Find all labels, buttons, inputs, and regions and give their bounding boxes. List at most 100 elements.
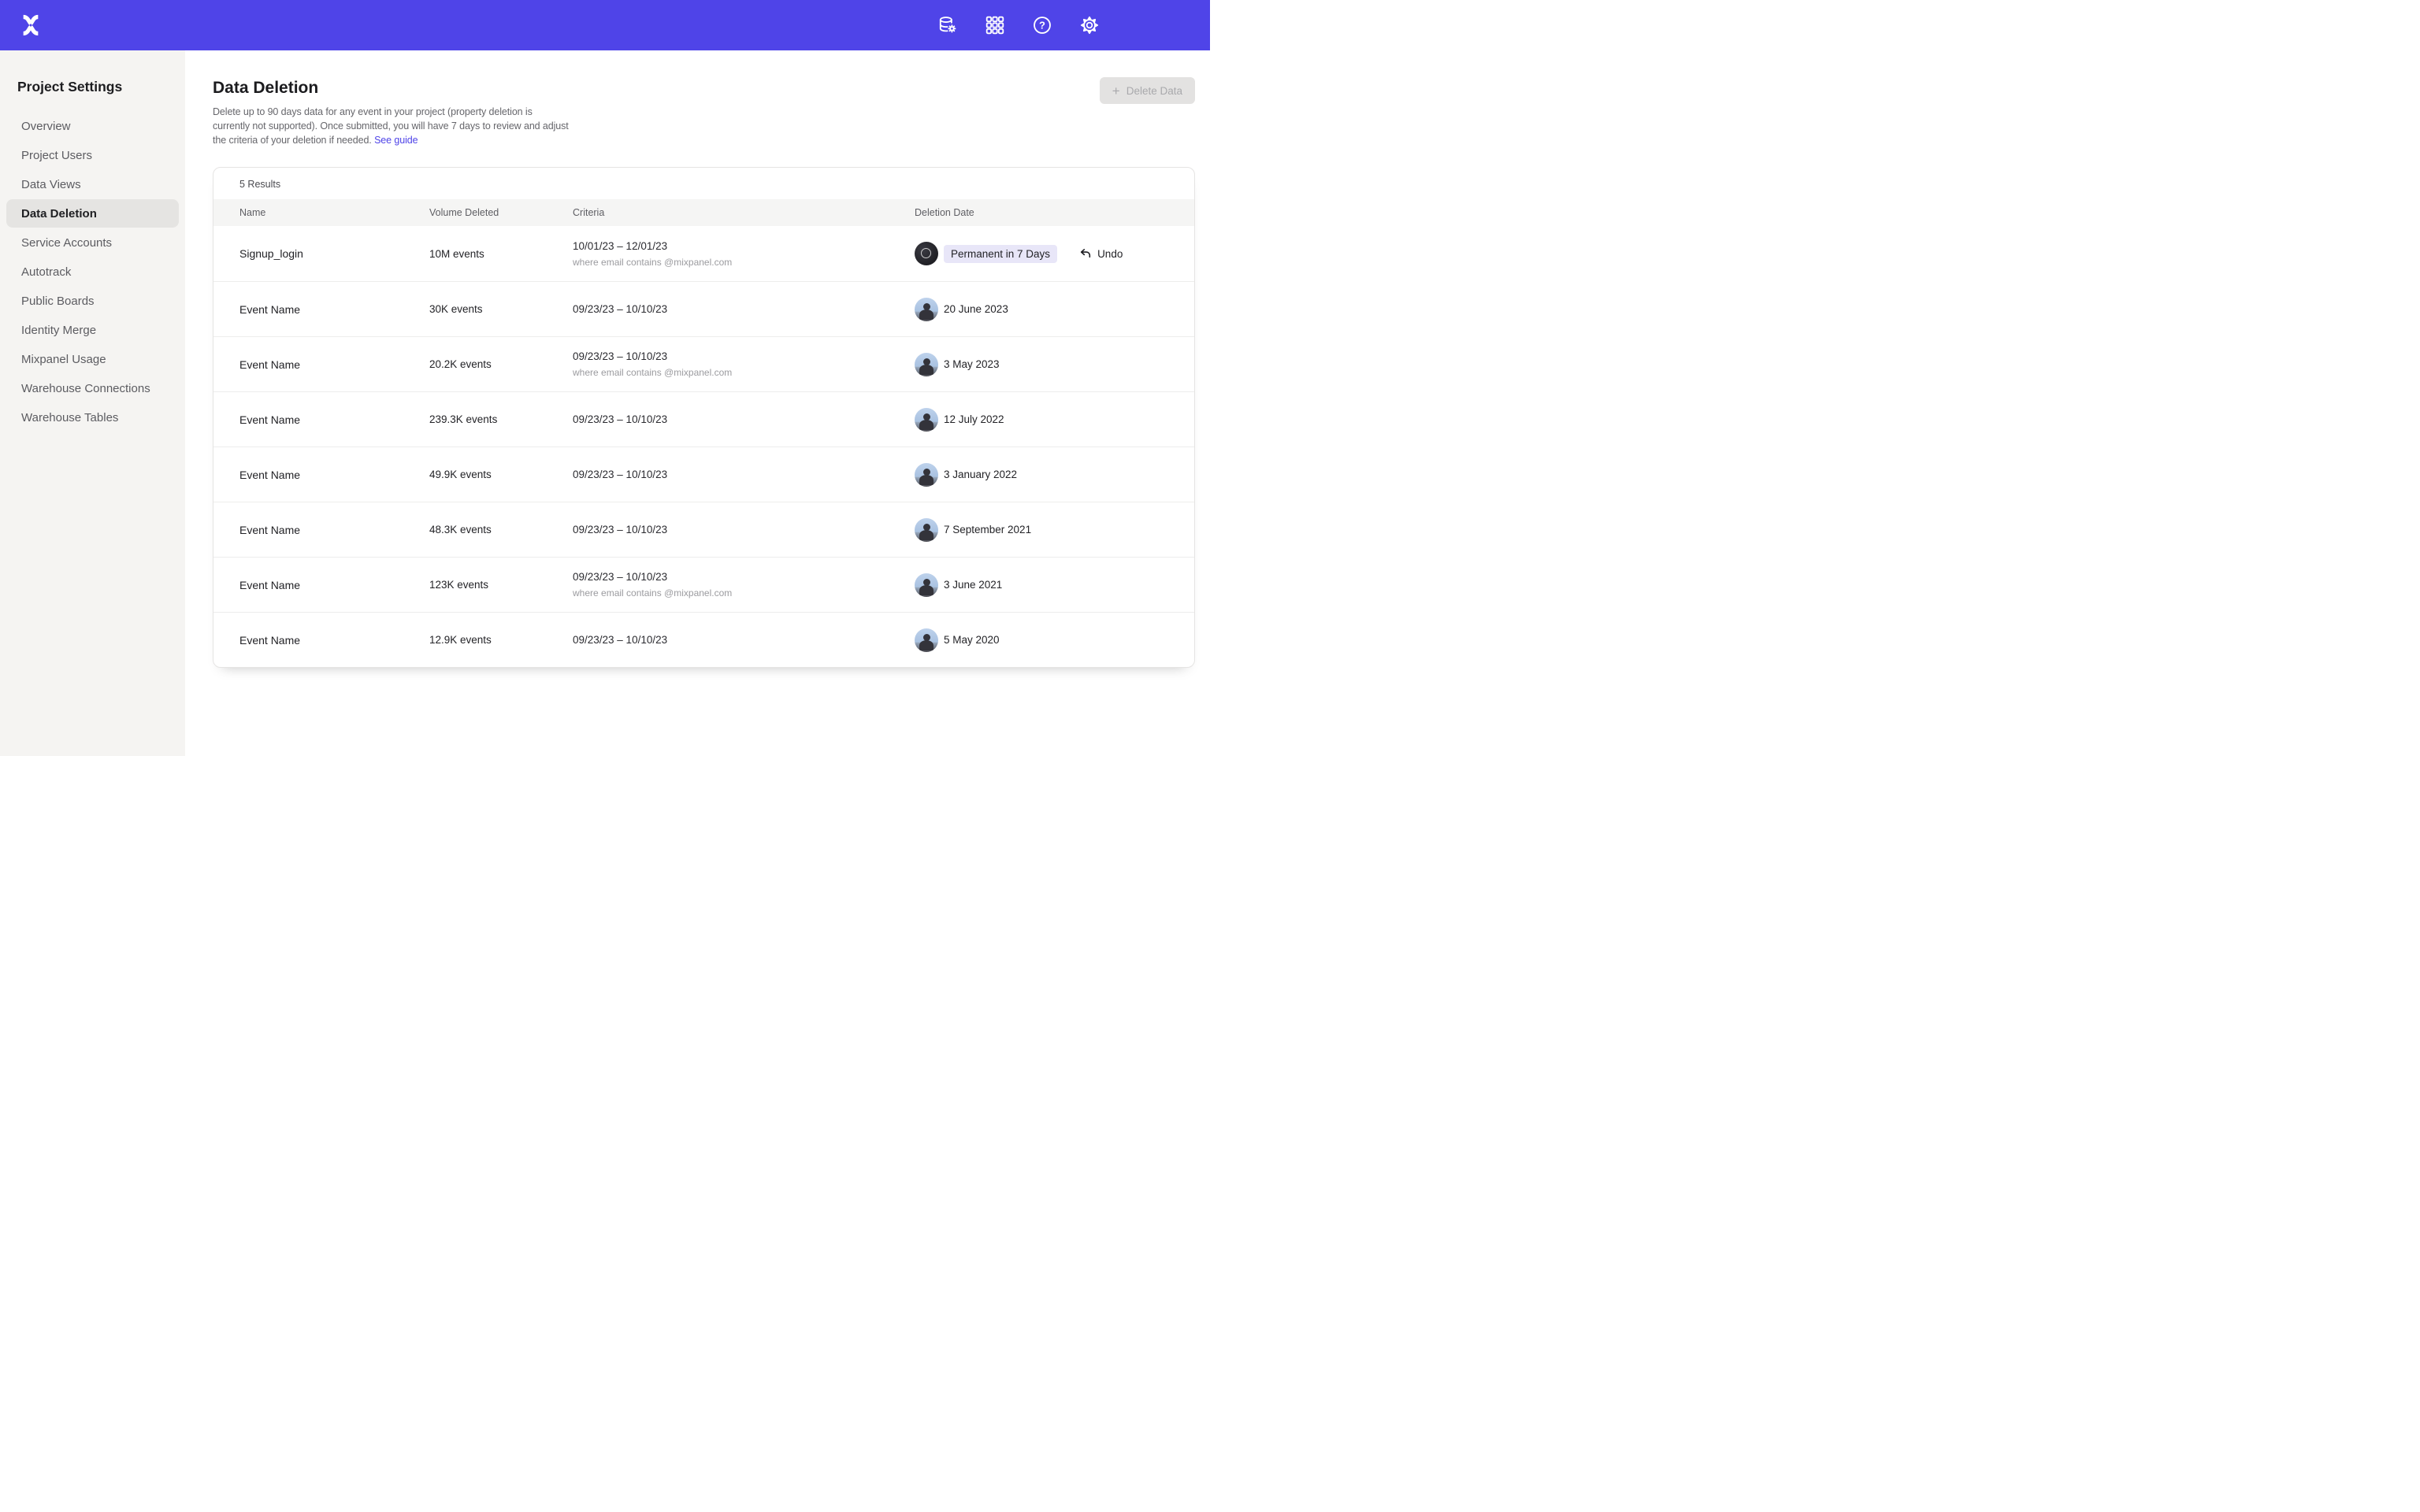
user-avatar xyxy=(915,573,938,597)
row-name: Event Name xyxy=(239,413,429,426)
row-deletion-date: 20 June 2023 xyxy=(915,298,1194,321)
row-name: Event Name xyxy=(239,524,429,536)
delete-data-button[interactable]: + Delete Data xyxy=(1100,77,1195,104)
deletion-date-value: 12 July 2022 xyxy=(944,413,1004,425)
row-criteria-daterange: 09/23/23 – 10/10/23 xyxy=(573,571,915,583)
undo-label: Undo xyxy=(1097,248,1123,260)
row-name: Event Name xyxy=(239,303,429,316)
sidebar-item-warehouse-tables[interactable]: Warehouse Tables xyxy=(6,403,179,432)
deletion-date-value: 20 June 2023 xyxy=(944,303,1008,315)
deletion-date-value: 5 May 2020 xyxy=(944,634,1000,646)
row-name: Event Name xyxy=(239,579,429,591)
deletion-date-value: 3 May 2023 xyxy=(944,358,1000,370)
user-avatar xyxy=(915,518,938,542)
row-volume-deleted: 10M events xyxy=(429,248,573,260)
row-criteria-daterange: 09/23/23 – 10/10/23 xyxy=(573,634,915,646)
table-row: Signup_login10M events10/01/23 – 12/01/2… xyxy=(213,226,1194,281)
see-guide-link[interactable]: See guide xyxy=(374,135,418,146)
sidebar-item-data-views[interactable]: Data Views xyxy=(6,170,179,198)
user-avatar xyxy=(915,463,938,487)
row-criteria: 10/01/23 – 12/01/23 where email contains … xyxy=(573,240,915,268)
table-header-row: NameVolume DeletedCriteriaDeletion Date xyxy=(213,199,1194,226)
row-criteria: 09/23/23 – 10/10/23 xyxy=(573,303,915,315)
sidebar-item-warehouse-connections[interactable]: Warehouse Connections xyxy=(6,374,179,402)
sidebar-item-autotrack[interactable]: Autotrack xyxy=(6,258,179,286)
table-row: Event Name123K events09/23/23 – 10/10/23… xyxy=(213,557,1194,612)
row-name: Event Name xyxy=(239,469,429,481)
row-deletion-date: 5 May 2020 xyxy=(915,628,1194,652)
table-row: Event Name30K events09/23/23 – 10/10/232… xyxy=(213,281,1194,336)
row-criteria-daterange: 10/01/23 – 12/01/23 xyxy=(573,240,915,252)
topbar-icons: ? xyxy=(937,15,1100,35)
user-avatar xyxy=(915,353,938,376)
row-criteria-filter: where email contains @mixpanel.com xyxy=(573,367,915,378)
row-criteria: 09/23/23 – 10/10/23where email contains … xyxy=(573,571,915,598)
row-criteria: 09/23/23 – 10/10/23 xyxy=(573,413,915,425)
row-deletion-date: Permanent in 7 Days Undo xyxy=(915,242,1194,265)
deletion-table-card: 5 Results NameVolume DeletedCriteriaDele… xyxy=(213,167,1195,668)
row-criteria-daterange: 09/23/23 – 10/10/23 xyxy=(573,350,915,362)
row-name: Event Name xyxy=(239,634,429,647)
sidebar-item-overview[interactable]: Overview xyxy=(6,112,179,140)
sidebar-item-project-users[interactable]: Project Users xyxy=(6,141,179,169)
column-header-volume-deleted: Volume Deleted xyxy=(429,207,573,218)
page-title: Data Deletion xyxy=(213,79,1195,98)
topbar: ? xyxy=(0,0,1210,50)
row-criteria: 09/23/23 – 10/10/23 xyxy=(573,524,915,536)
column-header-deletion-date: Deletion Date xyxy=(915,207,1194,218)
row-deletion-date: 7 September 2021 xyxy=(915,518,1194,542)
row-volume-deleted: 20.2K events xyxy=(429,358,573,370)
help-icon[interactable]: ? xyxy=(1032,15,1052,35)
row-deletion-date: 3 May 2023 xyxy=(915,353,1194,376)
row-criteria-daterange: 09/23/23 – 10/10/23 xyxy=(573,469,915,480)
table-row: Event Name48.3K events09/23/23 – 10/10/2… xyxy=(213,502,1194,557)
user-avatar xyxy=(915,408,938,432)
row-criteria: 09/23/23 – 10/10/23 xyxy=(573,469,915,480)
data-management-icon[interactable] xyxy=(937,15,958,35)
sidebar-item-mixpanel-usage[interactable]: Mixpanel Usage xyxy=(6,345,179,373)
row-deletion-date: 3 June 2021 xyxy=(915,573,1194,597)
sidebar-nav: OverviewProject UsersData ViewsData Dele… xyxy=(6,112,179,432)
row-volume-deleted: 123K events xyxy=(429,579,573,591)
row-volume-deleted: 239.3K events xyxy=(429,413,573,425)
sidebar-heading: Project Settings xyxy=(17,79,179,95)
row-name: Event Name xyxy=(239,358,429,371)
deletion-date-value: 3 June 2021 xyxy=(944,579,1002,591)
settings-gear-icon[interactable] xyxy=(1079,15,1100,35)
main-content: Data Deletion Delete up to 90 days data … xyxy=(185,50,1210,756)
table-row: Event Name239.3K events09/23/23 – 10/10/… xyxy=(213,391,1194,447)
row-criteria-daterange: 09/23/23 – 10/10/23 xyxy=(573,303,915,315)
row-name: Signup_login xyxy=(239,247,429,260)
undo-button[interactable]: Undo xyxy=(1079,247,1123,260)
table-row: Event Name49.9K events09/23/23 – 10/10/2… xyxy=(213,447,1194,502)
delete-data-button-label: Delete Data xyxy=(1126,85,1182,97)
deletion-date-value: 3 January 2022 xyxy=(944,469,1017,480)
column-header-criteria: Criteria xyxy=(573,207,915,218)
row-volume-deleted: 12.9K events xyxy=(429,634,573,646)
sidebar-item-data-deletion[interactable]: Data Deletion xyxy=(6,199,179,228)
row-criteria: 09/23/23 – 10/10/23 where email contains … xyxy=(573,350,915,378)
mixpanel-logo-icon xyxy=(20,14,42,36)
deletion-date-value: 7 September 2021 xyxy=(944,524,1031,536)
sidebar-item-public-boards[interactable]: Public Boards xyxy=(6,287,179,315)
row-criteria: 09/23/23 – 10/10/23 xyxy=(573,634,915,646)
apps-grid-icon[interactable] xyxy=(985,15,1005,35)
column-header-name: Name xyxy=(239,207,429,218)
row-criteria-daterange: 09/23/23 – 10/10/23 xyxy=(573,524,915,536)
undo-icon xyxy=(1079,247,1092,260)
results-count: 5 Results xyxy=(213,168,1194,199)
mixpanel-logo[interactable] xyxy=(19,13,43,37)
status-badge: Permanent in 7 Days xyxy=(944,245,1057,263)
user-avatar xyxy=(915,242,938,265)
row-volume-deleted: 48.3K events xyxy=(429,524,573,536)
row-criteria-filter: where email contains @mixpanel.com xyxy=(573,257,915,268)
table-row: Event Name20.2K events09/23/23 – 10/10/2… xyxy=(213,336,1194,391)
sidebar-item-identity-merge[interactable]: Identity Merge xyxy=(6,316,179,344)
row-criteria-daterange: 09/23/23 – 10/10/23 xyxy=(573,413,915,425)
table-row: Event Name12.9K events09/23/23 – 10/10/2… xyxy=(213,612,1194,667)
user-avatar xyxy=(915,628,938,652)
row-deletion-date: 3 January 2022 xyxy=(915,463,1194,487)
row-volume-deleted: 49.9K events xyxy=(429,469,573,480)
sidebar-item-service-accounts[interactable]: Service Accounts xyxy=(6,228,179,257)
row-deletion-date: 12 July 2022 xyxy=(915,408,1194,432)
